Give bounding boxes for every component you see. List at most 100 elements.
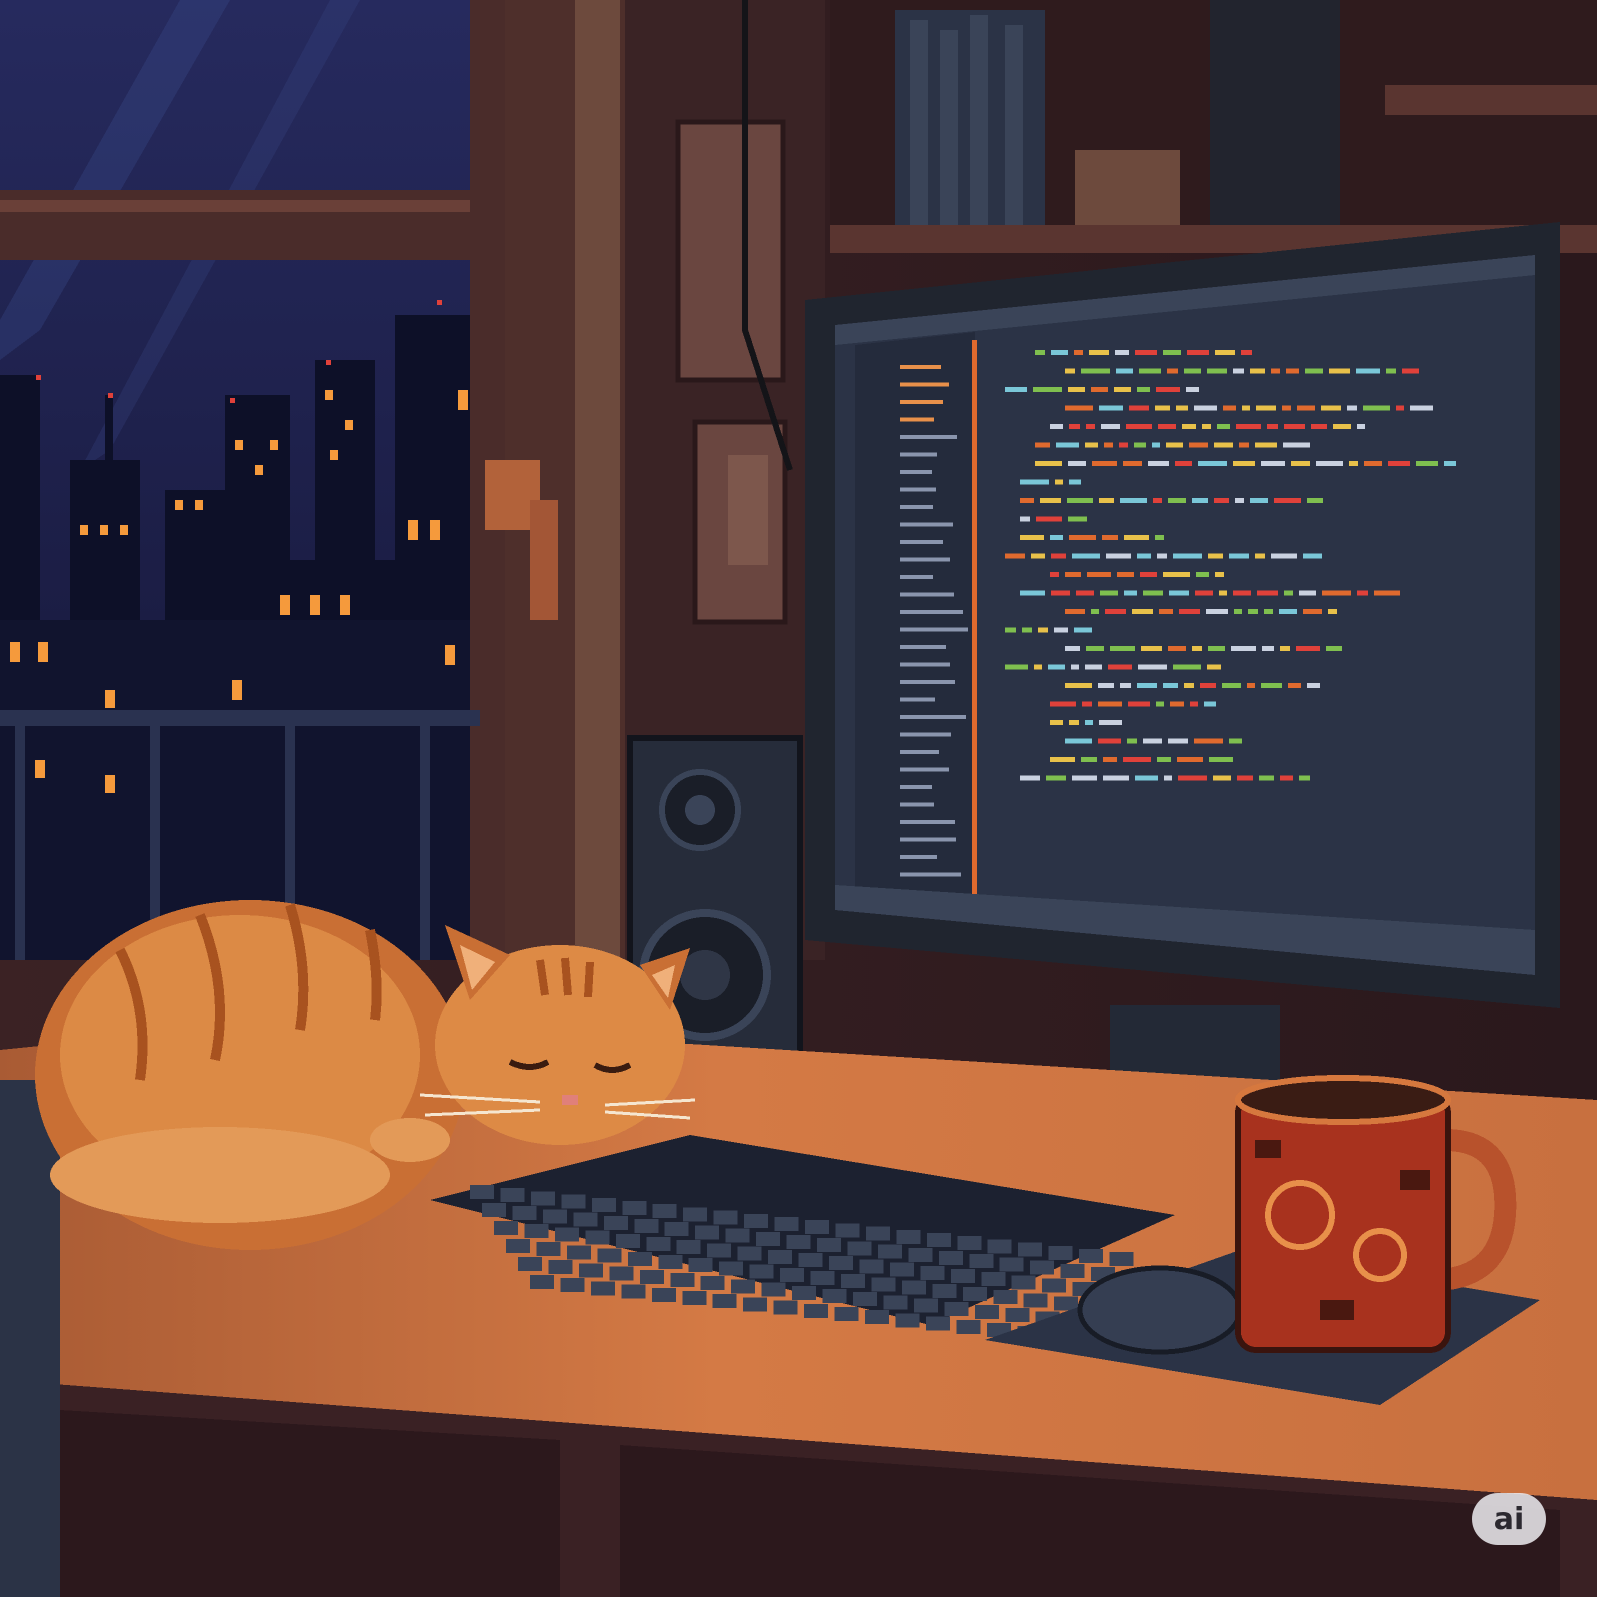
- keyboard-key: [1023, 1293, 1048, 1308]
- sidebar-file-entry: [900, 732, 951, 737]
- sidebar-file-entry: [900, 452, 937, 457]
- keyboard-key: [603, 1215, 628, 1230]
- code-token: [1108, 664, 1132, 670]
- code-token: [1219, 590, 1227, 596]
- code-token: [1099, 720, 1122, 725]
- window: [0, 0, 510, 960]
- code-token: [1098, 701, 1122, 707]
- code-token: [1329, 368, 1350, 374]
- keyboard-key: [676, 1240, 701, 1255]
- code-token: [1068, 461, 1086, 466]
- code-token: [1119, 442, 1128, 448]
- code-token: [1250, 368, 1265, 374]
- keyboard-key: [530, 1275, 554, 1289]
- code-token: [1444, 461, 1456, 466]
- code-token: [1031, 553, 1045, 559]
- code-token: [1054, 627, 1068, 633]
- code-token: [1099, 405, 1123, 411]
- sidebar-file-entry: [900, 522, 953, 527]
- keyboard-key: [524, 1224, 549, 1239]
- keyboard-key: [957, 1236, 982, 1251]
- code-token: [1127, 738, 1137, 744]
- code-token: [1291, 461, 1310, 466]
- code-token: [1101, 424, 1120, 429]
- code-token: [1163, 683, 1178, 688]
- code-token: [1168, 738, 1188, 744]
- code-token: [1035, 461, 1062, 466]
- keyboard-key: [700, 1276, 725, 1291]
- keyboard-key: [859, 1259, 884, 1274]
- code-token: [1248, 609, 1258, 614]
- code-token: [1074, 350, 1083, 355]
- ai-watermark-badge: ai: [1472, 1493, 1546, 1545]
- keyboard-key: [622, 1201, 647, 1215]
- code-token: [1326, 646, 1342, 651]
- keyboard-key: [877, 1244, 902, 1259]
- code-token: [1069, 479, 1081, 485]
- keyboard-key: [1005, 1308, 1030, 1323]
- keyboard-key: [688, 1258, 713, 1273]
- code-token: [1164, 775, 1172, 781]
- code-token: [1065, 405, 1093, 411]
- code-token: [1099, 498, 1114, 503]
- code-token: [1170, 701, 1184, 707]
- code-token: [1217, 424, 1230, 429]
- ai-watermark-label: ai: [1493, 1501, 1525, 1537]
- code-token: [1262, 646, 1274, 651]
- bookshelf: [830, 0, 1597, 253]
- keyboard-key: [658, 1255, 683, 1269]
- code-token: [1069, 720, 1079, 725]
- pixel-art-scene: [0, 0, 1597, 1597]
- code-token: [1158, 424, 1176, 429]
- code-token: [1255, 553, 1265, 559]
- code-token: [1040, 498, 1061, 503]
- code-token: [1241, 350, 1252, 355]
- keyboard-key: [1060, 1263, 1085, 1278]
- code-token: [1050, 757, 1075, 762]
- keyboard-key: [646, 1237, 671, 1251]
- code-token: [1192, 498, 1208, 503]
- code-token: [1153, 498, 1162, 503]
- code-token: [1214, 498, 1229, 503]
- keyboard-key: [895, 1313, 920, 1328]
- code-token: [1261, 683, 1282, 688]
- code-token: [1020, 590, 1045, 596]
- keyboard-key: [780, 1267, 805, 1282]
- code-token: [1356, 368, 1380, 374]
- code-token: [1223, 405, 1236, 411]
- keyboard-key: [956, 1319, 981, 1334]
- code-token: [1231, 646, 1256, 651]
- code-token: [1022, 627, 1032, 633]
- code-token: [1316, 461, 1343, 466]
- keyboard-key: [925, 1316, 950, 1331]
- code-token: [1102, 535, 1118, 540]
- keyboard-key: [542, 1209, 567, 1224]
- code-token: [1169, 590, 1189, 596]
- code-token: [1072, 553, 1100, 559]
- code-token: [1089, 350, 1109, 355]
- keyboard-key: [470, 1185, 494, 1199]
- code-token: [1156, 701, 1164, 707]
- keyboard-key: [993, 1290, 1018, 1305]
- code-token: [1349, 461, 1358, 466]
- code-token: [1208, 553, 1223, 559]
- code-token: [1209, 757, 1233, 762]
- code-token: [1143, 590, 1163, 596]
- code-token: [1124, 535, 1149, 540]
- keyboard-key: [974, 1305, 999, 1319]
- code-token: [1091, 387, 1108, 392]
- keyboard-key: [1042, 1278, 1067, 1293]
- code-token: [1046, 775, 1066, 781]
- code-token: [1202, 424, 1211, 429]
- keyboard-key: [817, 1238, 841, 1253]
- code-token: [1187, 350, 1209, 355]
- keyboard-key: [883, 1295, 908, 1310]
- code-token: [1072, 775, 1097, 781]
- code-token: [1074, 627, 1092, 633]
- code-token: [1247, 683, 1255, 688]
- code-token: [1132, 609, 1153, 614]
- code-token: [1257, 590, 1278, 596]
- keyboard-key: [578, 1263, 603, 1278]
- wall-outlet: [675, 119, 786, 383]
- keyboard-key: [835, 1223, 860, 1238]
